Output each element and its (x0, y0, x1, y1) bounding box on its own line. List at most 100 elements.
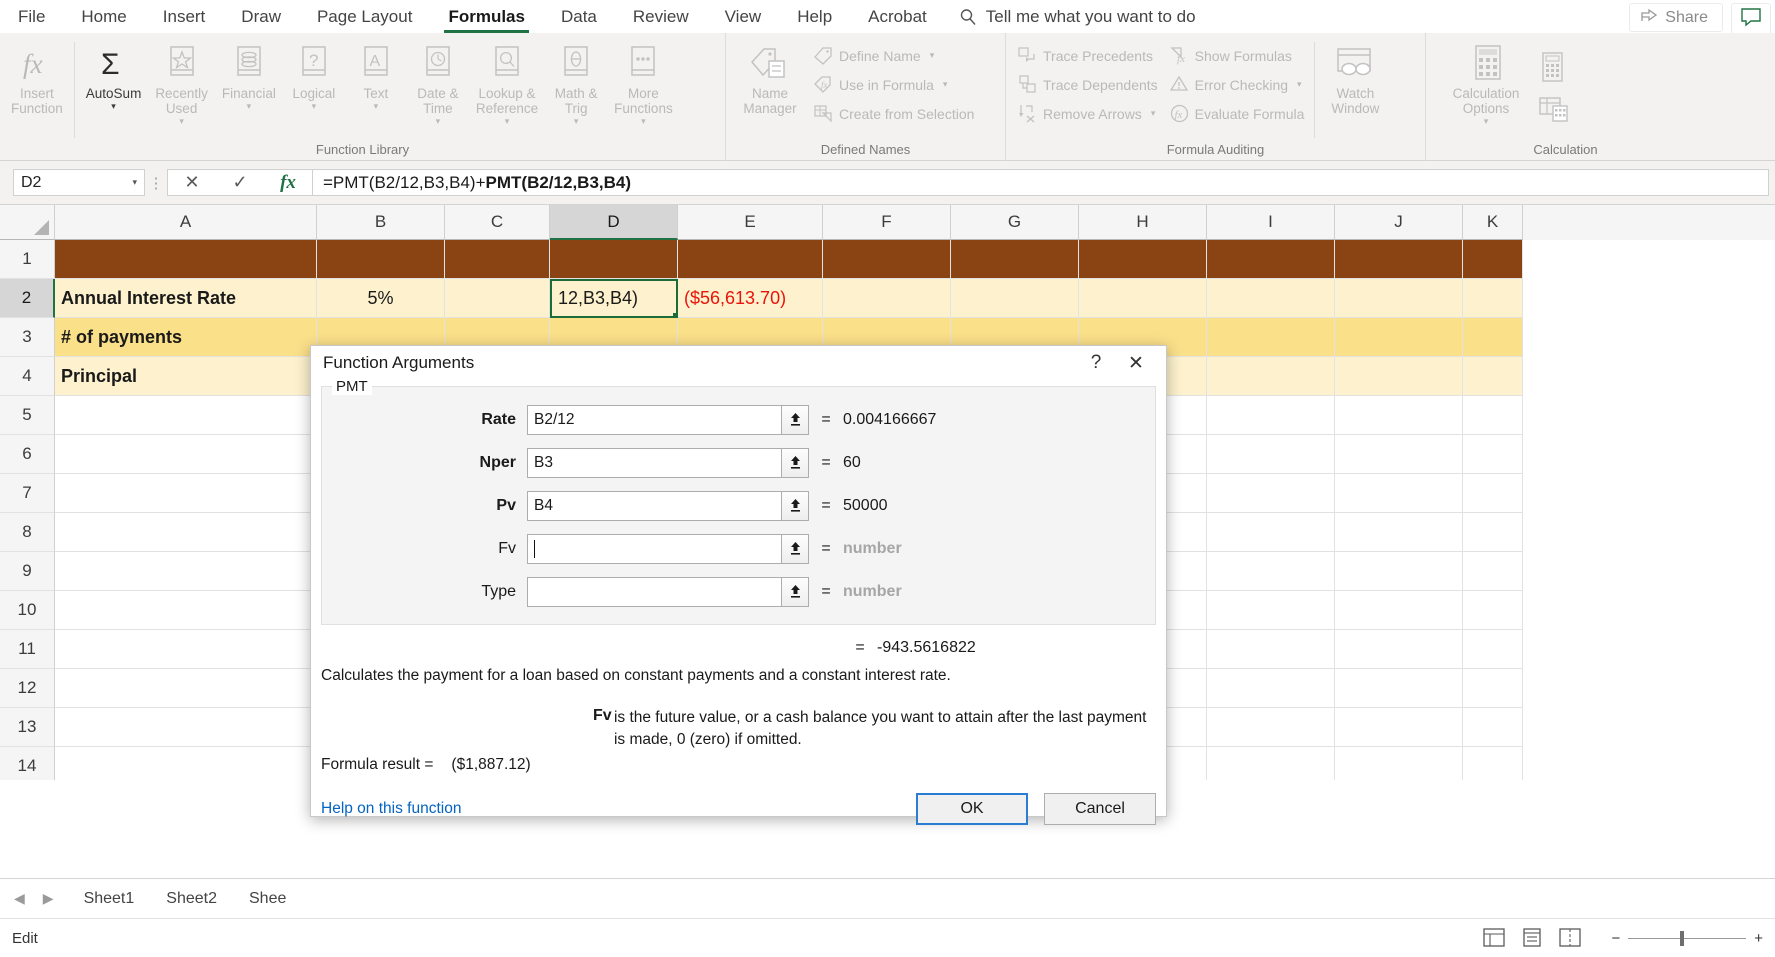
ribbon-tab-home[interactable]: Home (63, 0, 144, 33)
cell-H2[interactable] (1079, 279, 1207, 318)
formula-bar-handle[interactable]: ⋮ (145, 174, 167, 192)
question-mark-icon[interactable]: ? (1076, 346, 1116, 380)
row-header-2[interactable]: 2 (0, 279, 55, 318)
chevron-down-icon[interactable]: ▾ (132, 177, 137, 188)
ribbon-button-remove-arrows[interactable]: Remove Arrows ▾ (1012, 99, 1164, 128)
ribbon-tab-insert[interactable]: Insert (145, 0, 224, 33)
row-header-14[interactable]: 14 (0, 747, 55, 780)
column-header-J[interactable]: J (1335, 205, 1463, 240)
tell-me-search[interactable]: Tell me what you want to do (959, 7, 1196, 27)
ribbon-tab-data[interactable]: Data (543, 0, 615, 33)
row-header-11[interactable]: 11 (0, 630, 55, 669)
column-header-E[interactable]: E (678, 205, 823, 240)
ribbon-tab-help[interactable]: Help (779, 0, 850, 33)
ribbon-button-error-checking[interactable]: Error Checking ▾ (1164, 70, 1311, 99)
argument-input-nper[interactable]: B3 (527, 447, 782, 478)
cell-A2[interactable]: Annual Interest Rate (55, 279, 317, 318)
share-button[interactable]: Share (1629, 3, 1723, 32)
ribbon-tab-page-layout[interactable]: Page Layout (299, 0, 430, 33)
ribbon-button-date-time[interactable]: Date & Time ▾ (407, 38, 469, 126)
cell-I8[interactable] (1207, 513, 1335, 552)
ribbon-button-show-formulas[interactable]: fx Show Formulas (1164, 41, 1311, 70)
dialog-title-bar[interactable]: Function Arguments ? ✕ (311, 346, 1166, 380)
row-header-5[interactable]: 5 (0, 396, 55, 435)
cell-A8[interactable] (55, 513, 317, 552)
row-header-8[interactable]: 8 (0, 513, 55, 552)
cell-J9[interactable] (1335, 552, 1463, 591)
cell-I5[interactable] (1207, 396, 1335, 435)
watch-window-button[interactable]: Watch Window (1319, 38, 1391, 116)
page-break-view-icon[interactable] (1559, 928, 1582, 948)
row-header-7[interactable]: 7 (0, 474, 55, 513)
insert-function-icon[interactable]: fx (264, 170, 312, 195)
normal-view-icon[interactable] (1483, 928, 1506, 948)
column-header-I[interactable]: I (1207, 205, 1335, 240)
cell-B1[interactable] (317, 240, 445, 279)
collapse-dialog-button-pv[interactable] (782, 490, 809, 521)
cell-J5[interactable] (1335, 396, 1463, 435)
cell-E2[interactable]: ($56,613.70) (678, 279, 823, 318)
ribbon-button-math-trig[interactable]: Math & Trig ▾ (545, 38, 607, 126)
ribbon-button-evaluate-formula[interactable]: fx Evaluate Formula (1164, 99, 1311, 128)
cell-I2[interactable] (1207, 279, 1335, 318)
ribbon-tab-review[interactable]: Review (615, 0, 707, 33)
cell-A12[interactable] (55, 669, 317, 708)
row-header-4[interactable]: 4 (0, 357, 55, 396)
name-manager-button[interactable]: Name Manager (732, 38, 808, 116)
cell-I13[interactable] (1207, 708, 1335, 747)
cell-I3[interactable] (1207, 318, 1335, 357)
cell-K7[interactable] (1463, 474, 1523, 513)
ribbon-button-lookup-reference[interactable]: Lookup & Reference ▾ (469, 38, 545, 126)
column-header-D[interactable]: D (550, 205, 678, 240)
cell-A10[interactable] (55, 591, 317, 630)
ribbon-tab-draw[interactable]: Draw (223, 0, 299, 33)
next-sheet-icon[interactable]: ▶ (43, 890, 54, 907)
comments-button[interactable] (1731, 3, 1771, 36)
column-header-A[interactable]: A (55, 205, 317, 240)
cell-J13[interactable] (1335, 708, 1463, 747)
ribbon-tab-formulas[interactable]: Formulas (430, 0, 543, 33)
row-header-1[interactable]: 1 (0, 240, 55, 279)
cell-K11[interactable] (1463, 630, 1523, 669)
cell-G2[interactable] (951, 279, 1079, 318)
ribbon-button-define-name[interactable]: Define Name ▾ (808, 41, 980, 70)
argument-input-rate[interactable]: B2/12 (527, 404, 782, 435)
cell-F1[interactable] (823, 240, 951, 279)
cell-I10[interactable] (1207, 591, 1335, 630)
cell-J4[interactable] (1335, 357, 1463, 396)
cell-K5[interactable] (1463, 396, 1523, 435)
ribbon-button-financial[interactable]: Financial ▾ (215, 38, 283, 111)
cell-J10[interactable] (1335, 591, 1463, 630)
cell-K12[interactable] (1463, 669, 1523, 708)
sheet-nav-arrows[interactable]: ◀ ▶ (0, 890, 68, 907)
column-header-F[interactable]: F (823, 205, 951, 240)
cell-I12[interactable] (1207, 669, 1335, 708)
cell-A5[interactable] (55, 396, 317, 435)
cell-K10[interactable] (1463, 591, 1523, 630)
column-header-C[interactable]: C (445, 205, 550, 240)
column-header-K[interactable]: K (1463, 205, 1523, 240)
name-box[interactable]: D2 ▾ (13, 169, 145, 196)
cell-J14[interactable] (1335, 747, 1463, 780)
row-header-10[interactable]: 10 (0, 591, 55, 630)
prev-sheet-icon[interactable]: ◀ (14, 890, 25, 907)
row-header-9[interactable]: 9 (0, 552, 55, 591)
calculation-options-button[interactable]: Calculation Options ▾ (1440, 38, 1532, 126)
ribbon-button-create-from-selection[interactable]: Create from Selection (808, 99, 980, 128)
row-header-13[interactable]: 13 (0, 708, 55, 747)
ribbon-button-trace-precedents[interactable]: Trace Precedents (1012, 41, 1164, 70)
cell-K9[interactable] (1463, 552, 1523, 591)
enter-icon[interactable]: ✓ (216, 170, 264, 195)
cell-H1[interactable] (1079, 240, 1207, 279)
ribbon-button-use-in-formula[interactable]: fx Use in Formula ▾ (808, 70, 980, 99)
zoom-track[interactable] (1628, 930, 1747, 946)
cell-J11[interactable] (1335, 630, 1463, 669)
zoom-in-icon[interactable]: + (1754, 930, 1763, 947)
cell-J3[interactable] (1335, 318, 1463, 357)
cell-K14[interactable] (1463, 747, 1523, 780)
column-header-G[interactable]: G (951, 205, 1079, 240)
row-header-3[interactable]: 3 (0, 318, 55, 357)
select-all-corner[interactable] (0, 205, 55, 240)
argument-input-fv[interactable] (527, 533, 782, 564)
collapse-dialog-button-fv[interactable] (782, 533, 809, 564)
